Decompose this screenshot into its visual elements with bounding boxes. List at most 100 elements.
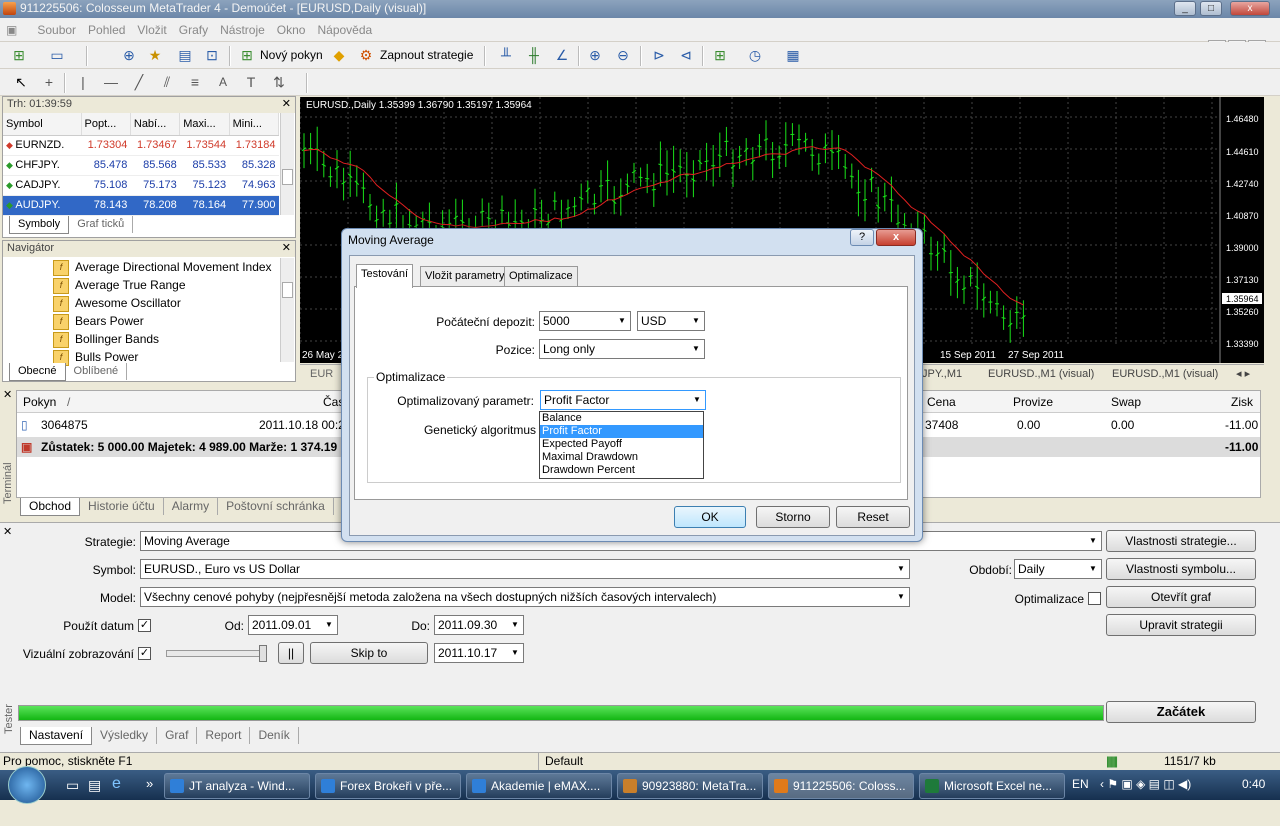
navigator-close-icon[interactable]: ✕ [282,241,291,254]
taskbar-item[interactable]: 90923880: MetaTra... [617,773,763,799]
dropdown-option[interactable]: Balance [540,412,703,425]
zoom-in-icon[interactable]: ⊕ [586,46,604,64]
dropdown-option[interactable]: Profit Factor [540,425,703,438]
bar-chart-icon[interactable]: ╨ [497,46,515,64]
table-row[interactable]: ◆ AUDJPY. 78.143 78.208 78.164 77.900 [3,195,279,216]
market-watch-close-icon[interactable]: ✕ [282,97,291,110]
col-price[interactable]: Cena [927,391,956,413]
col-commission[interactable]: Provize [1013,391,1053,413]
crosshair-icon[interactable]: + [40,73,58,91]
to-date-field[interactable]: 2011.09.30 ▼ [434,615,524,635]
language-indicator[interactable]: EN [1072,777,1089,791]
market-watch-scrollbar[interactable] [280,113,294,215]
candlestick-icon[interactable]: ╫ [525,46,543,64]
tester-tab-2[interactable]: Graf [157,727,198,744]
start-strategy-button[interactable]: Zapnout strategie [380,48,473,62]
chart-tab-4[interactable]: EURUSD.,M1 (visual) [1112,365,1218,384]
profiles-icon[interactable]: ▭ [48,46,66,64]
mw-col-0[interactable]: Symbol [3,113,82,136]
autoscroll-icon[interactable]: ⊳ [650,46,668,64]
chart-tab-3[interactable]: EURUSD.,M1 (visual) [988,365,1094,384]
ok-button[interactable]: OK [674,506,746,528]
tab-optimization[interactable]: Optimalizace [504,266,578,286]
table-row[interactable]: ◆ EURNZD. 1.73304 1.73467 1.73544 1.73184 [3,135,279,156]
terminal-close-icon[interactable]: ✕ [3,388,12,401]
tester-close-icon[interactable]: ✕ [3,525,12,538]
fibonacci-icon[interactable]: ≡ [186,73,204,91]
tester-tab-3[interactable]: Report [197,727,251,744]
metaeditor-icon[interactable]: ◆ [330,46,348,64]
navigator-icon[interactable]: ★ [146,46,164,64]
navigator-scrollbar[interactable] [280,258,294,362]
mw-col-2[interactable]: Nabí... [130,113,181,136]
navigator-item[interactable]: Bollinger Bands [53,330,159,348]
menu-2[interactable]: Vložit [131,18,172,42]
mw-col-1[interactable]: Popt... [81,113,131,136]
currency-select[interactable]: USD ▼ [637,311,705,331]
terminal-tab-3[interactable]: Poštovní schránka [218,498,334,515]
mw-col-4[interactable]: Mini... [229,113,280,136]
taskbar-item[interactable]: 911225506: Coloss... [768,773,914,799]
skip-to-button[interactable]: Skip to [310,642,428,664]
templates-icon[interactable]: ▦ [784,46,802,64]
menu-4[interactable]: Nástroje [214,18,271,42]
from-date-field[interactable]: 2011.09.01 ▼ [248,615,338,635]
close-button[interactable]: x [1230,1,1270,16]
ie-icon[interactable]: e [112,775,121,793]
tester-tab-1[interactable]: Výsledky [92,727,158,744]
taskbar-item[interactable]: Akademie | eMAX.... [466,773,612,799]
cancel-button[interactable]: Storno [756,506,830,528]
tester-icon[interactable]: ⊡ [203,46,221,64]
reset-button[interactable]: Reset [836,506,910,528]
col-swap[interactable]: Swap [1111,391,1141,413]
market-watch-icon[interactable]: ⊕ [120,46,138,64]
deposit-select[interactable]: 5000 ▼ [539,311,631,331]
indicators-icon[interactable]: ⊞ [711,46,729,64]
table-row[interactable]: ◆ CADJPY. 75.108 75.173 75.123 74.963 [3,175,279,196]
tab-testing[interactable]: Testování [356,264,414,288]
zoom-out-icon[interactable]: ⊖ [614,46,632,64]
terminal-tab-2[interactable]: Alarmy [164,498,219,515]
navigator-item[interactable]: Average Directional Movement Index [53,258,272,276]
terminal-icon[interactable]: ▤ [176,46,194,64]
pause-button[interactable]: || [278,642,304,664]
chart-shift-icon[interactable]: ⊲ [677,46,695,64]
help-button[interactable]: ? [850,229,874,246]
tab-inputs[interactable]: Vložit parametry [420,266,510,286]
new-chart-icon[interactable]: ⊞ [10,46,28,64]
chart-tab-2[interactable]: JPY.,M1 [922,365,962,384]
mw-tab-0[interactable]: Symboly [9,216,70,234]
minimize-button[interactable]: _ [1174,1,1196,16]
expert-properties-button[interactable]: Vlastnosti strategie... [1106,530,1256,552]
tester-tab-0[interactable]: Nastavení [20,727,93,745]
menu-1[interactable]: Pohled [82,18,131,42]
optimization-checkbox[interactable] [1088,592,1101,605]
start-orb-icon[interactable] [8,766,46,804]
symbol-select[interactable]: EURUSD., Euro vs US Dollar ▼ [140,559,910,579]
col-profit[interactable]: Zisk [1231,391,1253,413]
menu-6[interactable]: Nápověda [311,18,378,42]
navigator-item[interactable]: Average True Range [53,276,186,294]
navigator-item[interactable]: Awesome Oscillator [53,294,181,312]
symbol-properties-button[interactable]: Vlastnosti symbolu... [1106,558,1256,580]
terminal-tab-0[interactable]: Obchod [20,498,81,516]
skip-date-field[interactable]: 2011.10.17 ▼ [434,643,524,663]
new-order-button[interactable]: Nový pokyn [260,48,323,62]
line-chart-icon[interactable]: ∠ [553,46,571,64]
arrows-icon[interactable]: ⇅ [270,73,288,91]
expert-advisors-icon[interactable]: ⚙ [357,46,375,64]
more-icon[interactable]: » [146,776,153,791]
dialog-close-button[interactable]: x [876,229,916,246]
modify-expert-button[interactable]: Upravit strategii [1106,614,1256,636]
dropdown-option[interactable]: Drawdown Percent [540,464,703,477]
taskbar-item[interactable]: JT analyza - Wind... [164,773,310,799]
text-icon[interactable]: A [214,73,232,91]
horizontal-line-icon[interactable]: — [102,73,120,91]
vertical-line-icon[interactable]: | [74,73,92,91]
chart-tabs-scroll-icon[interactable]: ◂ ▸ [1236,365,1250,384]
nav-tab-1[interactable]: Oblíbené [66,363,128,380]
navigator-item[interactable]: Bears Power [53,312,144,330]
tray-icons[interactable]: ‹ ⚑ ▣ ◈ ▤ ◫ ◀) [1100,777,1191,791]
open-chart-button[interactable]: Otevřít graf [1106,586,1256,608]
menu-3[interactable]: Grafy [173,18,214,42]
